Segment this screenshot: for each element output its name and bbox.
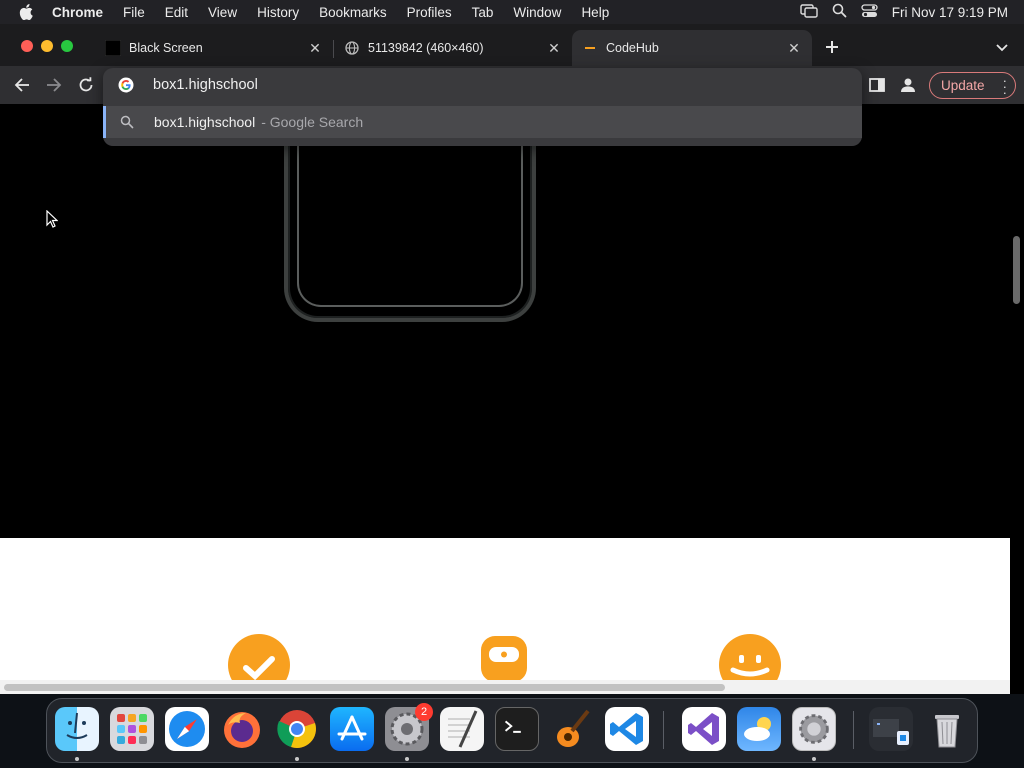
safari-icon[interactable] (165, 707, 209, 751)
close-window-button[interactable] (21, 40, 33, 52)
tab-black-screen[interactable]: Black Screen ✕ (95, 30, 333, 66)
forward-button[interactable] (43, 74, 65, 96)
tab-title: CodeHub (606, 41, 659, 55)
tab-title: Black Screen (129, 41, 203, 55)
close-tab-icon[interactable]: ✕ (305, 38, 325, 58)
apple-menu-icon[interactable] (0, 4, 52, 20)
checkmark-feature-icon (228, 634, 290, 680)
downloads-stack-icon[interactable] (869, 707, 913, 751)
trash-icon[interactable] (925, 707, 969, 751)
close-tab-icon[interactable]: ✕ (544, 38, 564, 58)
terminal-icon[interactable] (495, 707, 539, 751)
app-store-icon[interactable] (330, 707, 374, 751)
globe-icon (344, 40, 360, 56)
dock-divider (663, 711, 664, 749)
reload-button[interactable] (75, 74, 97, 96)
tab-codehub[interactable]: CodeHub ✕ (572, 30, 812, 66)
address-bar-input[interactable] (153, 77, 753, 93)
menu-view[interactable]: View (198, 5, 247, 20)
notification-badge: 2 (415, 703, 433, 721)
smiley-feature-icon (719, 634, 781, 680)
tab-strip: Black Screen ✕ 51139842 (460×460) ✕ Code… (0, 24, 1024, 66)
mouse-pointer-icon (46, 209, 59, 228)
omnibox-input-row[interactable] (103, 68, 862, 102)
zoom-window-button[interactable] (61, 40, 73, 52)
horizontal-scrollbar-thumb[interactable] (4, 684, 725, 691)
menu-edit[interactable]: Edit (155, 5, 198, 20)
hero-section (0, 104, 1010, 538)
control-center-icon[interactable] (861, 3, 878, 21)
dock-divider (853, 711, 854, 749)
menu-app-name[interactable]: Chrome (52, 5, 113, 20)
running-indicator (812, 757, 816, 761)
menu-help[interactable]: Help (571, 5, 619, 20)
back-button[interactable] (11, 74, 33, 96)
visual-studio-icon[interactable] (682, 707, 726, 751)
menu-bookmarks[interactable]: Bookmarks (309, 5, 397, 20)
system-settings-icon[interactable] (792, 707, 836, 751)
profile-avatar-icon[interactable] (899, 76, 919, 96)
tab-image[interactable]: 51139842 (460×460) ✕ (334, 30, 572, 66)
textedit-icon[interactable] (440, 707, 484, 751)
features-section (0, 538, 1010, 680)
vertical-scrollbar-thumb[interactable] (1013, 236, 1020, 304)
visual-studio-code-icon[interactable] (605, 707, 649, 751)
side-panel-icon[interactable] (868, 76, 888, 96)
screen-mirroring-icon[interactable] (800, 3, 818, 21)
weather-icon[interactable] (737, 707, 781, 751)
menu-bar: Chrome File Edit View History Bookmarks … (0, 0, 1024, 24)
running-indicator (75, 757, 79, 761)
tab-search-chevron-icon[interactable] (992, 38, 1012, 58)
codehub-icon (582, 40, 598, 56)
update-button[interactable]: Update · · · (929, 72, 1016, 99)
running-indicator (405, 757, 409, 761)
finder-icon[interactable] (55, 707, 99, 751)
black-square-icon (105, 40, 121, 56)
close-tab-icon[interactable]: ✕ (784, 38, 804, 58)
menu-clock[interactable]: Fri Nov 17 9:19 PM (892, 5, 1008, 20)
more-options-icon[interactable]: · · · (1003, 74, 1007, 99)
menu-history[interactable]: History (247, 5, 309, 20)
menu-window[interactable]: Window (503, 5, 571, 20)
menu-file[interactable]: File (113, 5, 155, 20)
suggestion-query: box1.highschool (154, 114, 256, 130)
new-tab-button[interactable] (821, 36, 843, 58)
firefox-icon[interactable] (220, 707, 264, 751)
dock (46, 698, 978, 763)
web-page-content (0, 104, 1010, 680)
omnibox-suggestion[interactable]: box1.highschool - Google Search (103, 106, 862, 138)
menu-profiles[interactable]: Profiles (397, 5, 462, 20)
running-indicator (295, 757, 299, 761)
spotlight-search-icon[interactable] (832, 3, 847, 21)
launchpad-icon[interactable] (110, 707, 154, 751)
menu-tab[interactable]: Tab (462, 5, 504, 20)
minimize-window-button[interactable] (41, 40, 53, 52)
tab-title: 51139842 (460×460) (368, 41, 484, 55)
update-label: Update (941, 78, 985, 93)
suggestion-hint: - Google Search (261, 114, 364, 130)
search-icon (120, 115, 134, 129)
astronaut-feature-icon (481, 636, 527, 680)
omnibox[interactable]: box1.highschool - Google Search (103, 68, 862, 146)
google-icon (118, 77, 134, 93)
vertical-scrollbar[interactable] (1010, 104, 1024, 694)
google-chrome-icon[interactable] (275, 707, 319, 751)
garageband-icon[interactable] (550, 707, 594, 751)
